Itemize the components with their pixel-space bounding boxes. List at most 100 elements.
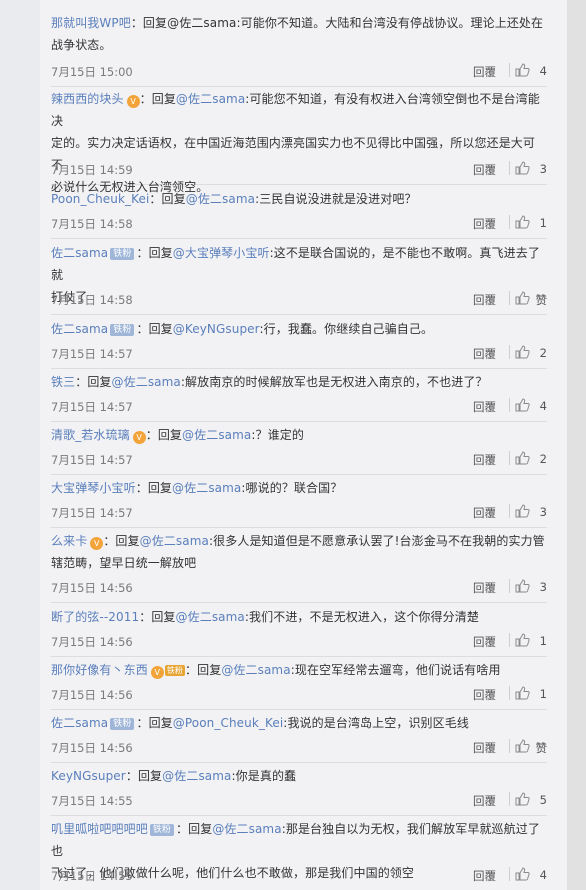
comment-time: 7月15日 14:57	[51, 506, 133, 520]
thumbs-up-icon[interactable]	[514, 685, 530, 701]
comment-text: 现在空军经常去遛弯，他们说话有啥用	[294, 663, 501, 677]
reply-mention[interactable]: @佐二sama	[172, 481, 241, 495]
comment-text: 行，我蠢。你继续自己骗自己。	[263, 322, 434, 336]
comment-username[interactable]: KeyNGsuper	[51, 769, 126, 783]
comment-text: 可能您不知道，有没有权进入台湾领空倒也不是台湾能决	[51, 92, 540, 128]
comment-item: 佐二sama 铁粉 ：回复@大宝弹琴小宝听:这不是联合国说的，是不能也不敢啊。真飞进…	[51, 242, 547, 315]
comment-item: 铁三：回复@佐二sama:解放南京的时候解放军也是无权进入南京的，不也进了？ 7…	[51, 371, 547, 422]
like-count: 4	[539, 64, 547, 78]
thumbs-up-icon[interactable]	[514, 632, 530, 648]
reply-mention[interactable]: @佐二sama	[221, 663, 290, 677]
comment-time: 7月15日 14:57	[51, 347, 133, 361]
comment-text: ？谁定的	[255, 428, 304, 442]
comment-time: 7月15日 14:56	[51, 581, 133, 595]
reply-button[interactable]: 回覆	[473, 346, 496, 362]
reply-button[interactable]: 回覆	[473, 580, 496, 596]
thumbs-up-icon[interactable]	[514, 344, 530, 360]
thumbs-up-icon[interactable]	[514, 160, 530, 176]
comment-time: 7月15日 14:59	[51, 163, 133, 177]
like-count: 2	[539, 346, 547, 360]
comment-username[interactable]: 佐二sama	[51, 246, 108, 260]
reply-mention[interactable]: @Poon_Cheuk_Kei	[173, 716, 284, 730]
comment-item: 佐二sama 铁粉 ：回复@KeyNGsuper:行，我蠢。你继续自己骗自己。 7月…	[51, 318, 547, 369]
comment-username[interactable]: 那就叫我WP吧	[51, 16, 131, 30]
comment-username[interactable]: Poon_Cheuk_Kei	[51, 192, 149, 206]
reply-button[interactable]: 回覆	[473, 868, 496, 884]
like-count: 4	[539, 399, 547, 413]
vip-badge-icon: V	[150, 666, 164, 679]
reply-mention[interactable]: @佐二sama	[176, 92, 245, 106]
reply-button[interactable]: 回覆	[473, 399, 496, 415]
fan-badge: 铁粉	[149, 824, 175, 836]
comment-text: 我说的是台湾岛上空，识别区毛线	[287, 716, 469, 730]
comment-username[interactable]: 么来卡	[51, 534, 87, 548]
comment-time: 7月15日 14:58	[51, 293, 133, 307]
reply-mention[interactable]: @佐二sama	[140, 534, 209, 548]
reply-mention[interactable]: @佐二sama	[182, 428, 251, 442]
reply-mention[interactable]: @佐二sama	[186, 192, 255, 206]
comment-text: 哪说的？联合国？	[245, 481, 343, 495]
thumbs-up-icon[interactable]	[514, 214, 530, 230]
comment-username[interactable]: 断了的弦--2011	[51, 610, 139, 624]
comment-item: 那你好像有丶东西 V 铁粉 ：回复@佐二sama:现在空军经常去遛弯，他们说话有啥用 …	[51, 659, 547, 710]
comment-item: 佐二sama 铁粉 ：回复@Poon_Cheuk_Kei:我说的是台湾岛上空，识别区…	[51, 712, 547, 763]
reply-mention[interactable]: @佐二sama	[112, 375, 181, 389]
reply-mention[interactable]: @大宝弹琴小宝听	[173, 246, 270, 260]
comment-text: 你是真的蠢	[235, 769, 297, 783]
comment-time: 7月15日 15:00	[51, 65, 133, 79]
reply-button[interactable]: 回覆	[473, 64, 496, 80]
reply-button[interactable]: 回覆	[473, 505, 496, 521]
like-count: 赞	[535, 741, 548, 755]
comment-text: 三民自说没进就是没进对吧？	[259, 192, 417, 206]
fan-badge: 铁粉	[110, 324, 135, 336]
thumbs-up-icon[interactable]	[514, 866, 530, 882]
comment-item: 叽里呱啦吧吧吧吧 铁粉 ：回复@佐二sama:那是台独自以为无权，我们解放军早就巡航…	[51, 822, 547, 884]
reply-button[interactable]: 回覆	[473, 292, 496, 308]
reply-button[interactable]: 回覆	[473, 793, 496, 809]
reply-button[interactable]: 回覆	[473, 162, 496, 178]
reply-mention[interactable]: @KeyNGsuper	[173, 322, 260, 336]
comment-username[interactable]: 辣西西的块头	[51, 92, 124, 106]
thumbs-up-icon[interactable]	[514, 397, 530, 413]
thumbs-up-icon[interactable]	[514, 62, 530, 78]
like-count: 1	[539, 687, 547, 701]
reply-mention[interactable]: @佐二sama	[176, 610, 245, 624]
reply-button[interactable]: 回覆	[473, 740, 496, 756]
comment-username[interactable]: 佐二sama	[51, 322, 108, 336]
like-count: 3	[539, 505, 547, 519]
comment-time: 7月15日 14:56	[51, 741, 133, 755]
vip-badge-icon: V	[90, 537, 104, 550]
comment-time: 7月15日 14:57	[51, 400, 133, 414]
scrollbar[interactable]	[567, 0, 586, 890]
comment-text: 回复@佐二sama:可能你不知道。大陆和台湾没有停战协议。理论上还处在	[142, 16, 544, 30]
comment-item: 大宝弹琴小宝听：回复@佐二sama:哪说的？联合国？ 7月15日 14:57 回…	[51, 477, 547, 528]
like-count: 2	[539, 452, 547, 466]
reply-mention[interactable]: @佐二sama	[162, 769, 231, 783]
comment-item: 么来卡 V ：回复@佐二sama:很多人是知道但是不愿意承认罢了!台澎金马不在我朝的…	[51, 530, 547, 603]
comment-item: Poon_Cheuk_Kei：回复@佐二sama:三民自说没进就是没进对吧？ 7…	[51, 188, 547, 239]
comment-username[interactable]: 那你好像有丶东西	[51, 663, 148, 677]
comment-time: 7月15日 14:56	[51, 635, 133, 649]
reply-mention[interactable]: @佐二sama	[212, 822, 281, 836]
reply-button[interactable]: 回覆	[473, 216, 496, 232]
comment-username[interactable]: 佐二sama	[51, 716, 108, 730]
thumbs-up-icon[interactable]	[514, 290, 530, 306]
reply-button[interactable]: 回覆	[473, 452, 496, 468]
reply-button[interactable]: 回覆	[473, 634, 496, 650]
like-count: 5	[539, 793, 547, 807]
comment-username[interactable]: 大宝弹琴小宝听	[51, 481, 136, 495]
comment-username[interactable]: 叽里呱啦吧吧吧吧	[51, 822, 148, 836]
thumbs-up-icon[interactable]	[514, 503, 530, 519]
thumbs-up-icon[interactable]	[514, 791, 530, 807]
comment-username[interactable]: 清歌_若水琉璃	[51, 428, 130, 442]
thumbs-up-icon[interactable]	[514, 738, 530, 754]
comment-text-cont: 战争状态。	[51, 38, 112, 52]
comment-time: 7月15日 14:57	[51, 453, 133, 467]
comment-username[interactable]: 铁三	[51, 375, 75, 389]
thumbs-up-icon[interactable]	[514, 450, 530, 466]
comment-time: 7月15日 14:56	[51, 688, 133, 702]
thumbs-up-icon[interactable]	[514, 578, 530, 594]
comment-item: 那就叫我WP吧：回复@佐二sama:可能你不知道。大陆和台湾没有停战协议。理论上…	[51, 12, 547, 87]
reply-button[interactable]: 回覆	[473, 687, 496, 703]
vip-badge-icon: V	[132, 431, 146, 444]
